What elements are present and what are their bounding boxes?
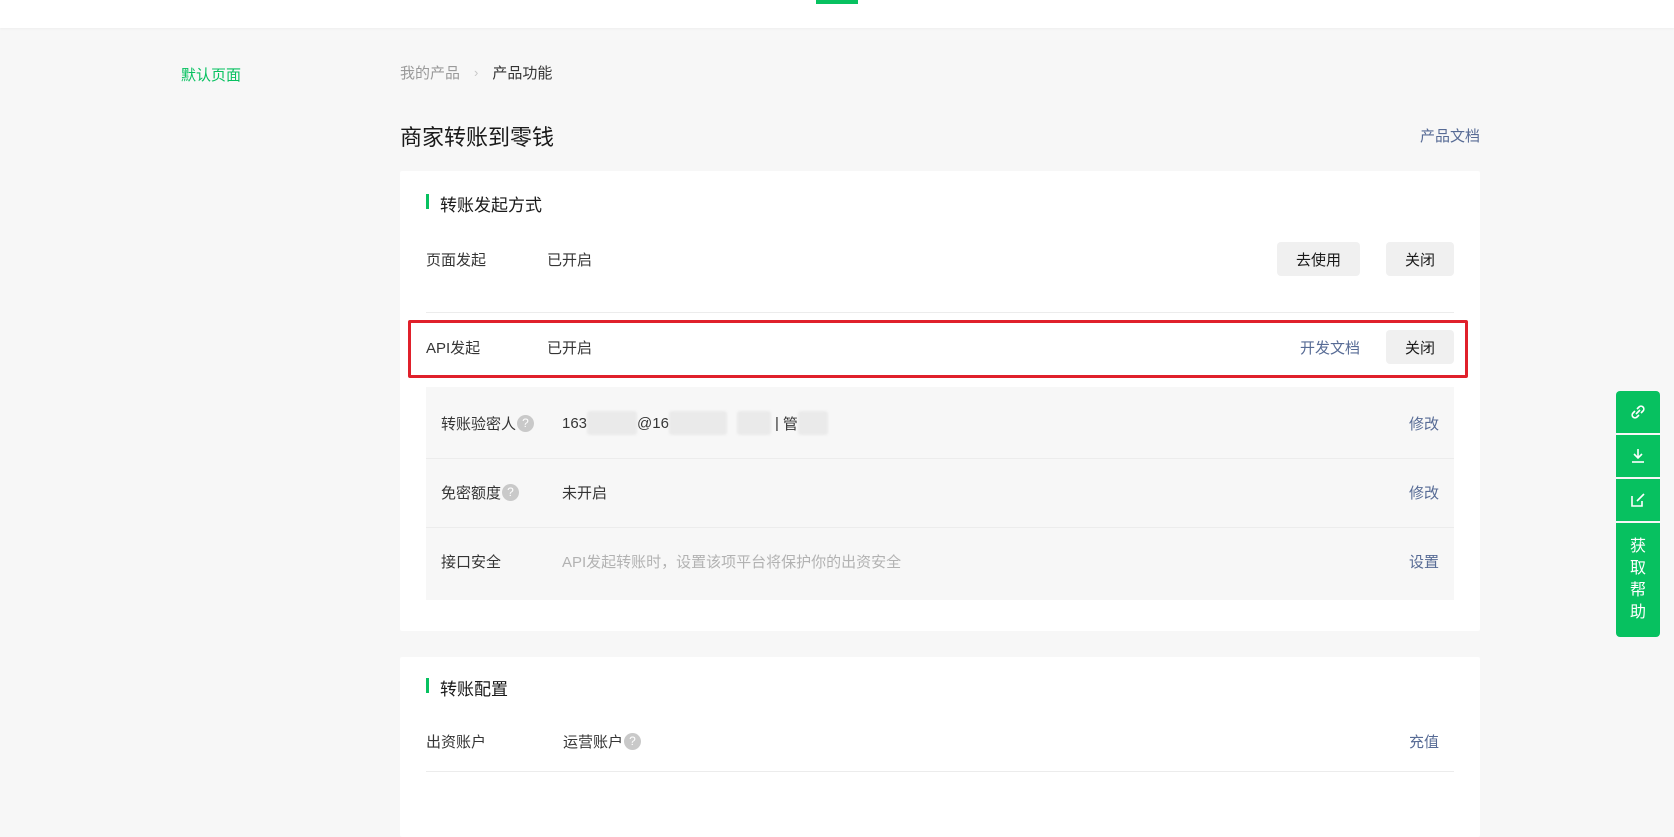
section-title-transfer-config: 转账配置 (426, 675, 508, 700)
row-api-initiate: API发起 已开启 开发文档 关闭 (426, 329, 1454, 365)
help-icon[interactable]: ? (502, 483, 520, 501)
api-settings-panel: 转账验密人 ? 163 @16 | 管 修改 免密额度 ? 未开启 修改 接口安… (426, 387, 1454, 600)
divider (426, 527, 1454, 528)
download-icon[interactable] (1616, 435, 1660, 477)
breadcrumb-current: 产品功能 (492, 65, 553, 82)
funding-account-value: 运营账户 ? (563, 731, 1409, 752)
section-title-transfer-methods: 转账发起方式 (426, 191, 542, 216)
page-initiate-label: 页面发起 (426, 251, 487, 269)
use-button[interactable]: 去使用 (1276, 242, 1360, 276)
password-free-limit-label: 免密额度 ? (441, 482, 562, 503)
row-password-free-limit: 免密额度 ? 未开启 修改 (441, 470, 1439, 514)
page-title: 商家转账到零钱 (400, 125, 555, 150)
redacted-block (736, 411, 771, 435)
link-icon[interactable] (1616, 391, 1660, 433)
transfer-verifier-label: 转账验密人 ? (441, 413, 562, 434)
edit-icon[interactable] (1616, 479, 1660, 521)
breadcrumb-my-products[interactable]: 我的产品 (400, 62, 460, 83)
password-free-limit-value: 未开启 (562, 484, 608, 502)
redacted-block (797, 411, 828, 435)
divider (426, 312, 1454, 313)
breadcrumb: 我的产品 › 产品功能 (400, 62, 552, 83)
api-initiate-status: 已开启 (547, 339, 593, 357)
transfer-config-card: 转账配置 出资账户 运营账户 ? 充值 (400, 657, 1480, 837)
product-doc-link[interactable]: 产品文档 (1420, 125, 1480, 146)
transfer-verifier-value: 163 @16 | 管 (562, 411, 1409, 435)
page-initiate-close-button[interactable]: 关闭 (1385, 242, 1454, 276)
row-transfer-verifier: 转账验密人 ? 163 @16 | 管 修改 (441, 401, 1439, 445)
transfer-methods-card: 转账发起方式 页面发起 已开启 去使用 关闭 API发起 已开启 开发文档 关闭… (400, 171, 1480, 631)
active-nav-indicator (816, 0, 858, 4)
recharge-link[interactable]: 充值 (1409, 731, 1439, 752)
help-icon[interactable]: ? (517, 414, 535, 432)
api-security-label: 接口安全 (441, 553, 502, 571)
sidebar-item-default-page[interactable]: 默认页面 (181, 64, 241, 85)
api-security-settings-link[interactable]: 设置 (1409, 551, 1439, 572)
redacted-block (587, 411, 638, 435)
edit-verifier-link[interactable]: 修改 (1409, 413, 1439, 434)
help-icon[interactable]: ? (624, 732, 642, 750)
top-nav-bar (0, 0, 1674, 28)
redacted-block (668, 411, 727, 435)
divider (426, 458, 1454, 459)
dev-doc-link[interactable]: 开发文档 (1300, 337, 1360, 358)
row-funding-account: 出资账户 运营账户 ? 充值 (426, 719, 1454, 763)
api-initiate-close-button[interactable]: 关闭 (1385, 330, 1454, 364)
row-page-initiate: 页面发起 已开启 去使用 关闭 (426, 241, 1454, 277)
breadcrumb-separator-icon: › (474, 65, 479, 80)
row-api-security: 接口安全 API发起转账时，设置该项平台将保护你的出资安全 设置 (441, 539, 1439, 583)
api-security-desc: API发起转账时，设置该项平台将保护你的出资安全 (562, 553, 902, 571)
divider (426, 771, 1454, 772)
funding-account-label: 出资账户 (426, 733, 487, 751)
api-initiate-label: API发起 (426, 339, 481, 357)
edit-limit-link[interactable]: 修改 (1409, 482, 1439, 503)
get-help-button[interactable]: 获 取 帮 助 (1616, 523, 1660, 637)
page-initiate-status: 已开启 (547, 251, 593, 269)
floating-toolbar: 获 取 帮 助 (1616, 391, 1660, 637)
